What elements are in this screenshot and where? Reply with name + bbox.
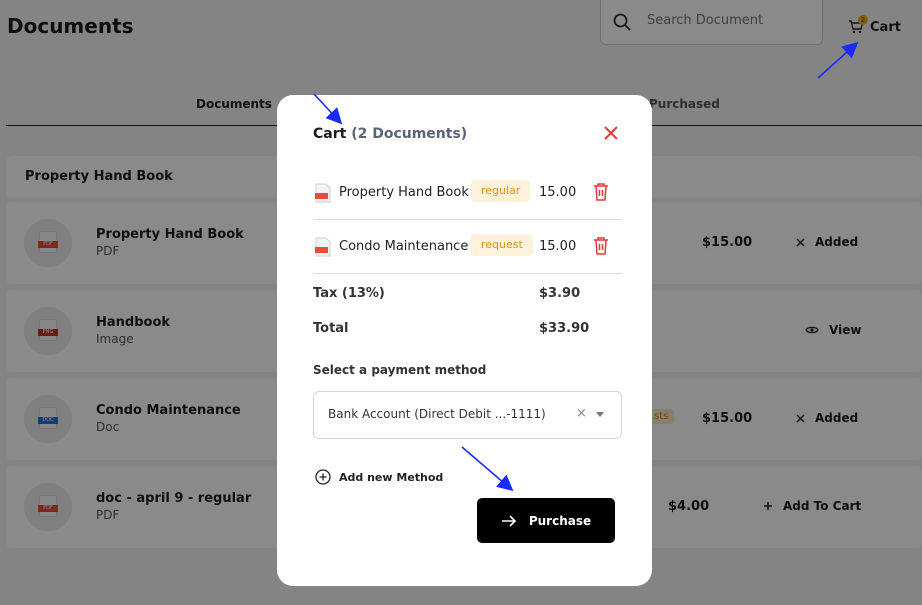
close-icon[interactable] bbox=[603, 125, 619, 141]
purchase-button[interactable]: Purchase bbox=[477, 498, 615, 543]
clear-icon[interactable]: × bbox=[576, 406, 587, 421]
cart-item: Condo Maintenance request 15.00 bbox=[313, 220, 622, 274]
plus-circle-icon bbox=[315, 469, 331, 485]
document-count: (2 Documents) bbox=[351, 126, 468, 142]
arrow-right-icon bbox=[501, 514, 516, 527]
selected-payment-method: Bank Account (Direct Debit ...-1111) bbox=[328, 407, 546, 421]
trash-icon[interactable] bbox=[592, 236, 610, 256]
cart-item-name: Property Hand Book bbox=[339, 185, 469, 200]
cart-item-tag: request bbox=[471, 234, 533, 256]
payment-method-select[interactable]: Bank Account (Direct Debit ...-1111) × bbox=[313, 391, 622, 439]
tax-label: Tax (13%) bbox=[313, 286, 385, 301]
cart-modal: Cart (2 Documents) Property Hand Book re… bbox=[277, 95, 652, 586]
pdf-icon bbox=[315, 237, 331, 257]
total-label: Total bbox=[313, 321, 349, 336]
tax-value: $3.90 bbox=[539, 286, 581, 301]
cart-item-amount: 15.00 bbox=[539, 185, 577, 200]
chevron-down-icon[interactable] bbox=[596, 412, 604, 417]
payment-method-label: Select a payment method bbox=[313, 363, 487, 377]
trash-icon[interactable] bbox=[592, 182, 610, 202]
cart-item-tag: regular bbox=[471, 180, 531, 202]
pdf-icon bbox=[315, 183, 331, 203]
cart-item-name: Condo Maintenance bbox=[339, 239, 469, 254]
cart-item: Property Hand Book regular 15.00 bbox=[313, 166, 622, 220]
total-value: $33.90 bbox=[539, 321, 590, 336]
add-new-method-button[interactable]: Add new Method bbox=[315, 469, 443, 485]
cart-item-amount: 15.00 bbox=[539, 239, 577, 254]
modal-title: Cart (2 Documents) bbox=[313, 126, 468, 142]
